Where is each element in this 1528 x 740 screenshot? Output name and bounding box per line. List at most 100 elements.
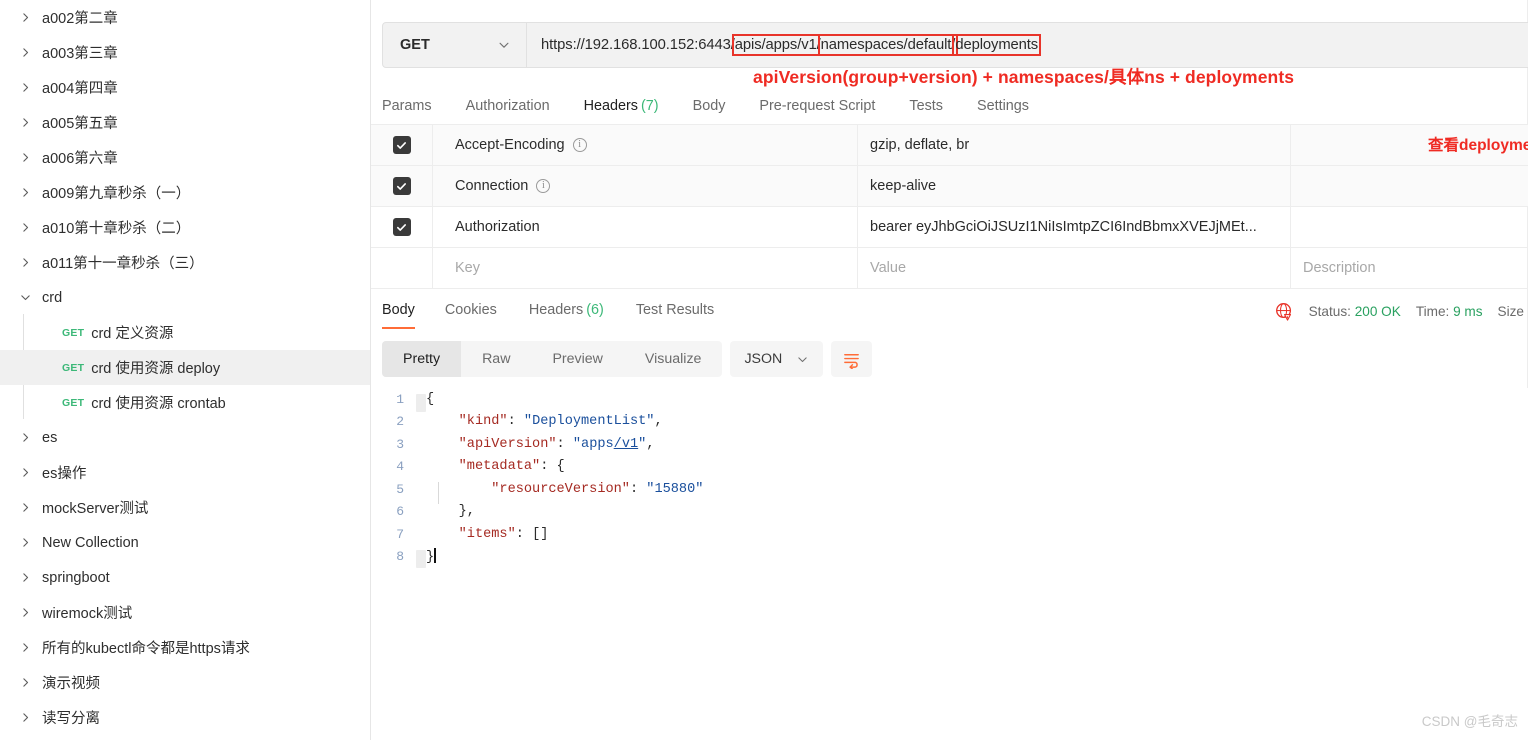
sidebar-collection-item[interactable]: a010第十章秒杀（二） — [0, 210, 370, 245]
sidebar-collection-label: mockServer测试 — [42, 501, 149, 517]
header-value-cell[interactable]: bearer eyJhbGciOiJSUzI1NiIsImtpZCI6IndBb… — [858, 207, 1291, 247]
sidebar-collection-item[interactable]: a003第三章 — [0, 35, 370, 70]
new-header-value-input[interactable]: Value — [858, 248, 1291, 288]
header-value-text: bearer eyJhbGciOiJSUzI1NiIsImtpZCI6IndBb… — [870, 219, 1257, 235]
code-fold-marker[interactable] — [416, 393, 426, 412]
sidebar-request-item[interactable]: GET crd 定义资源 — [0, 315, 370, 350]
code-token: "apiVersion" — [458, 436, 557, 452]
sidebar-collection-item[interactable]: 演示视频 — [0, 665, 370, 700]
watermark: CSDN @毛奇志 — [1421, 714, 1518, 729]
response-tab-test-results[interactable]: Test Results — [620, 290, 730, 332]
header-checkbox[interactable] — [392, 218, 411, 236]
view-mode-preview[interactable]: Preview — [531, 341, 623, 377]
new-header-description-input[interactable]: Description — [1291, 248, 1528, 288]
chevron-right-icon[interactable] — [14, 431, 36, 444]
sidebar-collection-item[interactable]: a011第十一章秒杀（三） — [0, 245, 370, 280]
view-mode-pretty[interactable]: Pretty — [382, 341, 462, 377]
header-key-cell[interactable]: Accept-Encoding i — [433, 125, 858, 165]
request-tab-tests[interactable]: Tests — [892, 86, 960, 126]
chevron-right-icon[interactable] — [14, 501, 36, 514]
header-key-cell[interactable]: Authorization — [433, 207, 858, 247]
chevron-down-icon[interactable] — [14, 291, 36, 304]
sidebar-collection-label: a010第十章秒杀（二） — [42, 221, 191, 237]
tab-label: Params — [382, 98, 432, 114]
status-text: Status: — [1308, 303, 1351, 319]
http-method-selector[interactable]: GET — [383, 23, 527, 67]
sidebar-request-item[interactable]: GET crd 使用资源 crontab — [0, 385, 370, 420]
table-row: Connection i keep-alive — [371, 166, 1528, 207]
sidebar-request-list-crd: GET crd 定义资源 GET crd 使用资源 deploy GET crd 使用资源… — [0, 315, 370, 420]
header-checkbox[interactable] — [392, 136, 411, 154]
chevron-right-icon[interactable] — [14, 641, 36, 654]
code-token: , — [646, 436, 655, 452]
body-format-selector[interactable]: JSON — [730, 341, 824, 377]
view-mode-visualize[interactable]: Visualize — [624, 341, 723, 377]
code-fold-marker[interactable] — [416, 550, 426, 569]
response-tabs: Body Cookies Headers (6) Test Results — [382, 290, 730, 332]
chevron-right-icon[interactable] — [14, 116, 36, 129]
header-key-cell[interactable]: Connection i — [433, 166, 858, 206]
sidebar-collection-item[interactable]: 读写分离 — [0, 700, 370, 735]
chevron-right-icon[interactable] — [14, 466, 36, 479]
sidebar-request-label: crd 使用资源 deploy — [91, 361, 221, 377]
request-tab-pre-request-script[interactable]: Pre-request Script — [742, 86, 892, 126]
header-value-cell[interactable]: keep-alive — [858, 166, 1291, 206]
chevron-right-icon[interactable] — [14, 536, 36, 549]
chevron-right-icon[interactable] — [14, 11, 36, 24]
line-number: 6 — [396, 504, 404, 520]
globe-warning-icon[interactable] — [1275, 302, 1294, 321]
chevron-right-icon[interactable] — [14, 606, 36, 619]
sidebar-collection-item[interactable]: crd — [0, 280, 370, 315]
response-meta: Status: 200 OK Time: 9 ms Size — [1275, 290, 1528, 332]
header-value-cell[interactable]: gzip, deflate, br — [858, 125, 1291, 165]
chevron-right-icon[interactable] — [14, 221, 36, 234]
response-body-toolbar: Pretty Raw Preview Visualize JSON — [382, 341, 873, 377]
new-header-key-input[interactable]: Key — [433, 248, 858, 288]
response-tab-headers[interactable]: Headers (6) — [513, 290, 620, 332]
url-input[interactable]: https://192.168.100.152:6443/apis/apps/v… — [527, 23, 1528, 67]
code-line: 6 }, — [371, 501, 1528, 524]
sidebar-collection-item[interactable]: a009第九章秒杀（一） — [0, 175, 370, 210]
response-tab-cookies[interactable]: Cookies — [429, 290, 513, 332]
chevron-right-icon[interactable] — [14, 186, 36, 199]
info-icon[interactable]: i — [536, 179, 551, 193]
chevron-right-icon[interactable] — [14, 676, 36, 689]
header-checkbox[interactable] — [392, 177, 411, 195]
chevron-right-icon[interactable] — [14, 571, 36, 584]
info-icon[interactable]: i — [572, 138, 587, 152]
request-tab-headers[interactable]: Headers (7) — [567, 86, 676, 126]
sidebar-collection-label: a004第四章 — [42, 81, 118, 97]
chevron-right-icon[interactable] — [14, 151, 36, 164]
sidebar-collection-item[interactable]: a004第四章 — [0, 70, 370, 105]
sidebar-collection-item[interactable]: New Collection — [0, 525, 370, 560]
request-tab-body[interactable]: Body — [676, 86, 743, 126]
request-tab-authorization[interactable]: Authorization — [449, 86, 567, 126]
chevron-right-icon[interactable] — [14, 711, 36, 724]
code-token: "kind" — [458, 414, 508, 430]
chevron-right-icon[interactable] — [14, 46, 36, 59]
wrap-lines-button[interactable] — [831, 341, 873, 377]
sidebar-collection-item[interactable]: a006第六章 — [0, 140, 370, 175]
request-tab-params[interactable]: Params — [382, 86, 449, 126]
sidebar-collection-item[interactable]: mockServer测试 — [0, 490, 370, 525]
view-mode-raw[interactable]: Raw — [461, 341, 531, 377]
sidebar-collection-item[interactable]: springboot — [0, 560, 370, 595]
header-description-cell[interactable] — [1291, 207, 1528, 247]
header-description-cell[interactable] — [1291, 166, 1528, 206]
sidebar-collection-item[interactable]: es操作 — [0, 455, 370, 490]
sidebar-collection-item[interactable]: a002第二章 — [0, 0, 370, 35]
url-segment: https://192.168.100.152:6443/ — [541, 37, 735, 53]
chevron-right-icon[interactable] — [14, 256, 36, 269]
sidebar-collection-item[interactable]: es — [0, 420, 370, 455]
sidebar-collection-item[interactable]: 所有的kubectl命令都是https请求 — [0, 630, 370, 665]
response-body-code[interactable]: 1{2 "kind": "DeploymentList", 3 "apiVersi… — [371, 388, 1528, 740]
sidebar-request-item[interactable]: GET crd 使用资源 deploy — [0, 350, 370, 385]
sidebar-collection-item[interactable]: a005第五章 — [0, 105, 370, 140]
sidebar-collection-item[interactable]: wiremock测试 — [0, 595, 370, 630]
response-tab-body[interactable]: Body — [382, 290, 429, 332]
header-enabled-cell — [371, 125, 433, 165]
chevron-right-icon[interactable] — [14, 81, 36, 94]
request-tab-settings[interactable]: Settings — [960, 86, 1046, 126]
